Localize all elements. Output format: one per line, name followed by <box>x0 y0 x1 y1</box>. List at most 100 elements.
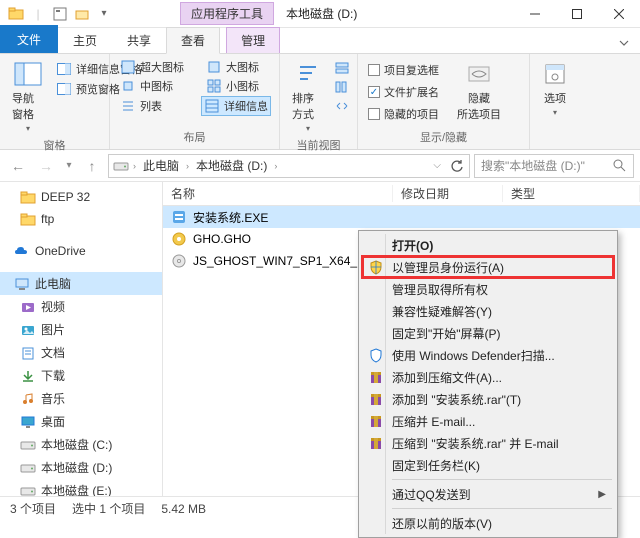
new-folder-icon[interactable] <box>74 6 90 22</box>
address-box[interactable]: › 此电脑 › 本地磁盘 (D:) › ⌵ <box>108 154 470 178</box>
column-modified[interactable]: 修改日期 <box>393 185 503 202</box>
small-icon <box>206 78 222 94</box>
checkbox-checked-icon: ✓ <box>368 86 380 98</box>
column-name[interactable]: 名称 <box>163 185 393 202</box>
ctx-restore-previous[interactable]: 还原以前的版本(V) <box>362 512 614 534</box>
hidden-items-toggle[interactable]: 隐藏的项目 <box>366 105 441 123</box>
maximize-button[interactable] <box>556 0 598 28</box>
nav-pane-button[interactable]: 导航窗格 ▾ <box>8 58 48 135</box>
titlebar: | ▾ 应用程序工具 本地磁盘 (D:) <box>0 0 640 28</box>
qat-customize-icon[interactable]: ▾ <box>96 6 112 22</box>
iso-icon <box>171 253 187 269</box>
refresh-icon[interactable] <box>449 158 465 174</box>
nav-pane-icon <box>12 60 44 88</box>
tab-view[interactable]: 查看 <box>166 27 220 54</box>
defender-icon <box>367 346 385 364</box>
search-placeholder: 搜索"本地磁盘 (D:)" <box>481 157 607 174</box>
breadcrumb-this-pc[interactable]: 此电脑 <box>140 157 182 174</box>
computer-icon <box>14 276 30 292</box>
chevron-right-icon[interactable]: › <box>133 161 136 171</box>
properties-icon[interactable] <box>52 6 68 22</box>
item-checkboxes-toggle[interactable]: 项目复选框 <box>366 61 441 79</box>
breadcrumb-drive[interactable]: 本地磁盘 (D:) <box>193 157 270 174</box>
status-selection: 选中 1 个项目 <box>72 500 145 517</box>
medium-icon <box>120 78 136 94</box>
options-button[interactable]: 选项 ▾ <box>538 58 572 119</box>
ctx-pin-taskbar[interactable]: 固定到任务栏(K) <box>362 454 614 476</box>
group-by-icon[interactable] <box>334 60 350 76</box>
winrar-icon <box>367 434 385 452</box>
submenu-arrow-icon: ▶ <box>598 489 606 500</box>
hide-icon <box>463 60 495 88</box>
recent-locations-button[interactable]: ▾ <box>62 154 76 178</box>
tree-item-folder[interactable]: ftp <box>0 208 162 230</box>
dropdown-icon: ▾ <box>26 124 30 133</box>
ctx-qq-send[interactable]: 通过QQ发送到▶ <box>362 483 614 505</box>
sort-button[interactable]: 排序方式 ▾ <box>288 58 328 135</box>
close-button[interactable] <box>598 0 640 28</box>
pictures-icon <box>20 322 36 338</box>
ribbon-collapse-icon[interactable] <box>608 33 640 53</box>
preview-pane-icon <box>56 81 72 97</box>
tab-file[interactable]: 文件 <box>0 25 58 53</box>
layout-small[interactable]: 小图标 <box>204 77 261 95</box>
back-button[interactable]: ← <box>6 154 30 178</box>
tree-item-desktop[interactable]: 桌面 <box>0 410 162 433</box>
tree-item-this-pc[interactable]: 此电脑 <box>0 272 162 295</box>
tree-item-folder[interactable]: DEEP 32 <box>0 186 162 208</box>
downloads-icon <box>20 368 36 384</box>
tree-item-videos[interactable]: 视频 <box>0 295 162 318</box>
extra-large-icon <box>120 59 136 75</box>
layout-medium[interactable]: 中图标 <box>118 77 198 95</box>
forward-button[interactable]: → <box>34 154 58 178</box>
tab-home[interactable]: 主页 <box>58 27 112 53</box>
ctx-run-as-admin[interactable]: 以管理员身份运行(A) <box>362 256 614 278</box>
group-label-current-view: 当前视图 <box>288 135 349 153</box>
file-row[interactable]: 安装系统.EXE <box>163 206 640 228</box>
search-icon[interactable] <box>611 158 627 174</box>
column-type[interactable]: 类型 <box>503 185 640 202</box>
chevron-right-icon[interactable]: › <box>274 161 277 171</box>
ctx-defender-scan[interactable]: 使用 Windows Defender扫描... <box>362 344 614 366</box>
size-columns-icon[interactable] <box>334 98 350 114</box>
music-icon <box>20 391 36 407</box>
ctx-add-rar[interactable]: 添加到 "安装系统.rar"(T) <box>362 388 614 410</box>
file-extensions-toggle[interactable]: ✓文件扩展名 <box>366 83 441 101</box>
qat-separator: | <box>30 6 46 22</box>
ctx-troubleshoot[interactable]: 兼容性疑难解答(Y) <box>362 300 614 322</box>
address-dropdown-icon[interactable]: ⌵ <box>433 160 441 171</box>
layout-extra-large[interactable]: 超大图标 <box>118 58 198 76</box>
status-item-count: 3 个项目 <box>10 500 56 517</box>
tree-item-drive[interactable]: 本地磁盘 (E:) <box>0 479 162 496</box>
tree-item-downloads[interactable]: 下载 <box>0 364 162 387</box>
hide-selected-button[interactable]: 隐藏 所选项目 <box>453 58 505 124</box>
tab-share[interactable]: 共享 <box>112 27 166 53</box>
chevron-right-icon[interactable]: › <box>186 161 189 171</box>
ctx-pin-start[interactable]: 固定到"开始"屏幕(P) <box>362 322 614 344</box>
ctx-add-archive[interactable]: 添加到压缩文件(A)... <box>362 366 614 388</box>
tree-item-music[interactable]: 音乐 <box>0 387 162 410</box>
layout-large[interactable]: 大图标 <box>204 58 261 76</box>
context-tab-label: 应用程序工具 <box>180 2 274 25</box>
minimize-button[interactable] <box>514 0 556 28</box>
ctx-email-rar[interactable]: 压缩到 "安装系统.rar" 并 E-mail <box>362 432 614 454</box>
tab-manage[interactable]: 管理 <box>226 27 280 53</box>
ribbon-group-options: 选项 ▾ <box>530 54 580 149</box>
ctx-email-zip[interactable]: 压缩并 E-mail... <box>362 410 614 432</box>
add-columns-icon[interactable] <box>334 79 350 95</box>
layout-list[interactable]: 列表 <box>118 96 195 116</box>
address-bar: ← → ▾ ↑ › 此电脑 › 本地磁盘 (D:) › ⌵ 搜索"本地磁盘 (D… <box>0 150 640 182</box>
window-controls <box>514 0 640 28</box>
tree-item-drive[interactable]: 本地磁盘 (C:) <box>0 433 162 456</box>
up-button[interactable]: ↑ <box>80 154 104 178</box>
tree-item-documents[interactable]: 文档 <box>0 341 162 364</box>
tree-item-drive[interactable]: 本地磁盘 (D:) <box>0 456 162 479</box>
tree-item-pictures[interactable]: 图片 <box>0 318 162 341</box>
ctx-open[interactable]: 打开(O) <box>362 234 614 256</box>
checkbox-icon <box>368 64 380 76</box>
ribbon-group-show-hide: 项目复选框 ✓文件扩展名 隐藏的项目 隐藏 所选项目 显示/隐藏 <box>358 54 530 149</box>
layout-details[interactable]: 详细信息 <box>201 96 271 116</box>
search-box[interactable]: 搜索"本地磁盘 (D:)" <box>474 154 634 178</box>
ctx-take-ownership[interactable]: 管理员取得所有权 <box>362 278 614 300</box>
tree-item-onedrive[interactable]: OneDrive <box>0 240 162 262</box>
